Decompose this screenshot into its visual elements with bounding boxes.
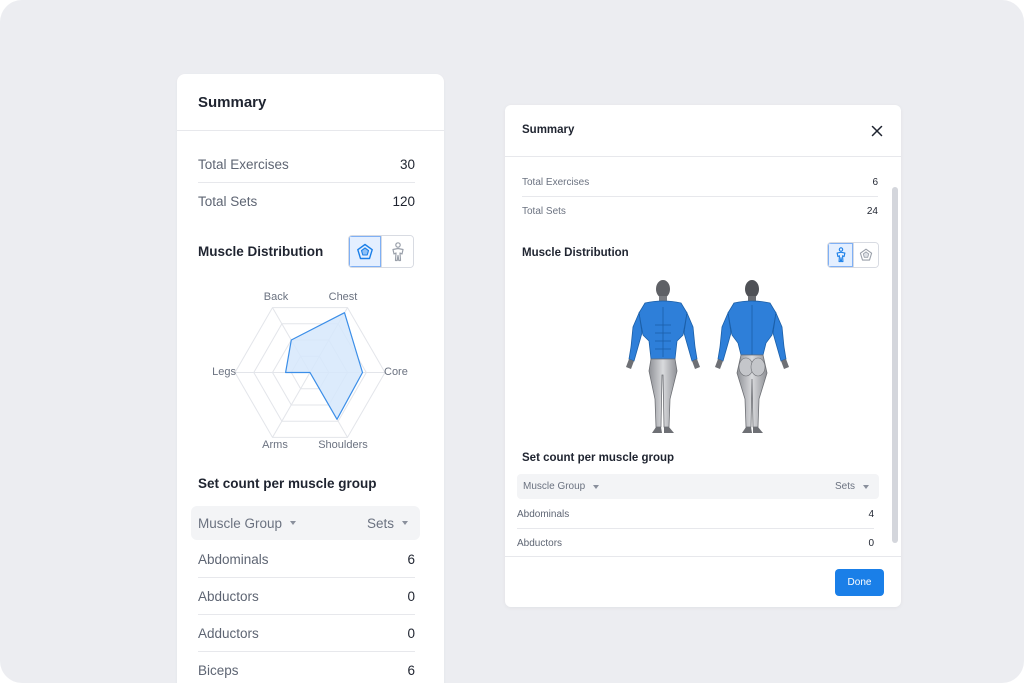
stat-label: Total Sets <box>198 194 258 209</box>
row-sets: 0 <box>868 538 874 549</box>
row-muscle-group: Abdominals <box>517 509 570 520</box>
caret-down-icon <box>402 521 408 525</box>
stat-value: 24 <box>866 205 878 217</box>
table-row: Abdominals 6 <box>198 541 415 578</box>
row-sets: 0 <box>407 625 415 641</box>
caret-down-icon <box>863 484 869 489</box>
row-muscle-group: Biceps <box>198 663 239 678</box>
row-muscle-group: Adductors <box>198 625 259 641</box>
muscle-radar-chart: Back Chest Core Shoulders Arms Legs <box>212 291 408 451</box>
body-map-icon <box>836 247 846 263</box>
row-sets: 6 <box>407 551 415 567</box>
summary-panel-header: Summary <box>177 74 444 131</box>
radar-label-core: Core <box>384 366 408 378</box>
row-muscle-group: Abductors <box>517 538 563 549</box>
row-sets: 0 <box>407 588 415 604</box>
radar-label-legs: Legs <box>212 366 236 378</box>
table-row: Abdominals 4 <box>517 501 874 529</box>
table-row: Abductors 0 <box>517 530 874 556</box>
radar-view-button[interactable] <box>349 236 382 267</box>
summary-panel-title: Summary <box>198 94 267 111</box>
stat-total-exercises: Total Exercises 30 <box>198 146 415 183</box>
radar-view-button[interactable] <box>853 243 878 267</box>
stat-total-sets: Total Sets 120 <box>198 183 415 220</box>
muscle-group-header-label: Muscle Group <box>198 515 283 531</box>
stat-value: 120 <box>392 194 415 209</box>
muscle-group-sort-button[interactable]: Muscle Group <box>198 515 297 531</box>
dialog-title: Summary <box>522 124 575 136</box>
stat-value: 6 <box>872 177 878 188</box>
row-sets: 4 <box>868 509 874 520</box>
muscle-distribution-title: Muscle Distribution <box>198 244 324 259</box>
radar-chart-icon <box>860 248 873 261</box>
sets-header-label: Sets <box>834 481 855 492</box>
body-view-button[interactable] <box>381 236 413 267</box>
table-row: Biceps 6 <box>198 652 415 683</box>
muscle-table-header: Muscle Group Sets <box>517 474 879 499</box>
radar-chart-icon <box>357 243 374 259</box>
caret-down-icon <box>593 484 600 489</box>
muscle-table-header: Muscle Group Sets <box>191 506 420 540</box>
stat-label: Total Exercises <box>198 156 289 172</box>
view-toggle <box>348 235 414 268</box>
sets-header-label: Sets <box>366 515 394 531</box>
set-count-title: Set count per muscle group <box>522 452 675 464</box>
summary-dialog: Summary Total Exercises 6 Total Sets 24 … <box>505 105 901 607</box>
sets-sort-button[interactable]: Sets <box>367 516 408 531</box>
stat-total-exercises: Total Exercises 6 <box>522 169 878 197</box>
background-canvas: Summary Total Exercises 30 Total Sets 12… <box>0 0 1024 683</box>
back-body-figure <box>715 280 789 433</box>
stat-value: 30 <box>399 156 415 172</box>
dialog-scrollbar[interactable] <box>892 187 898 543</box>
stat-label: Total Sets <box>522 205 566 217</box>
caret-down-icon <box>290 521 297 525</box>
front-body-figure <box>626 280 700 433</box>
dialog-body: Total Exercises 6 Total Sets 24 Muscle D… <box>505 157 901 556</box>
radar-label-arms: Arms <box>262 439 288 451</box>
radar-label-shoulders: Shoulders <box>318 439 368 451</box>
muscle-group-sort-button[interactable]: Muscle Group <box>523 481 600 492</box>
set-count-title: Set count per muscle group <box>198 476 377 491</box>
row-muscle-group: Abductors <box>198 588 259 604</box>
radar-label-chest: Chest <box>329 291 358 303</box>
table-row: Adductors 0 <box>198 615 415 652</box>
row-sets: 6 <box>407 663 415 678</box>
stat-label: Total Exercises <box>522 177 590 188</box>
table-row: Abductors 0 <box>198 578 415 615</box>
summary-panel: Summary Total Exercises 30 Total Sets 12… <box>177 74 444 683</box>
stat-total-sets: Total Sets 24 <box>522 197 878 225</box>
radar-label-back: Back <box>264 291 289 303</box>
radar-data-area <box>284 312 364 420</box>
muscle-body-map <box>626 280 789 433</box>
muscle-distribution-title: Muscle Distribution <box>522 247 629 259</box>
muscle-group-header-label: Muscle Group <box>523 481 586 492</box>
dialog-footer: Done <box>505 556 901 607</box>
dialog-header: Summary <box>505 105 901 157</box>
done-button[interactable]: Done <box>835 569 884 596</box>
view-toggle <box>827 242 879 268</box>
sets-sort-button[interactable]: Sets <box>835 481 869 492</box>
body-view-button[interactable] <box>828 243 854 267</box>
body-map-icon <box>392 241 404 261</box>
close-icon[interactable] <box>869 123 885 139</box>
row-muscle-group: Abdominals <box>198 551 269 567</box>
